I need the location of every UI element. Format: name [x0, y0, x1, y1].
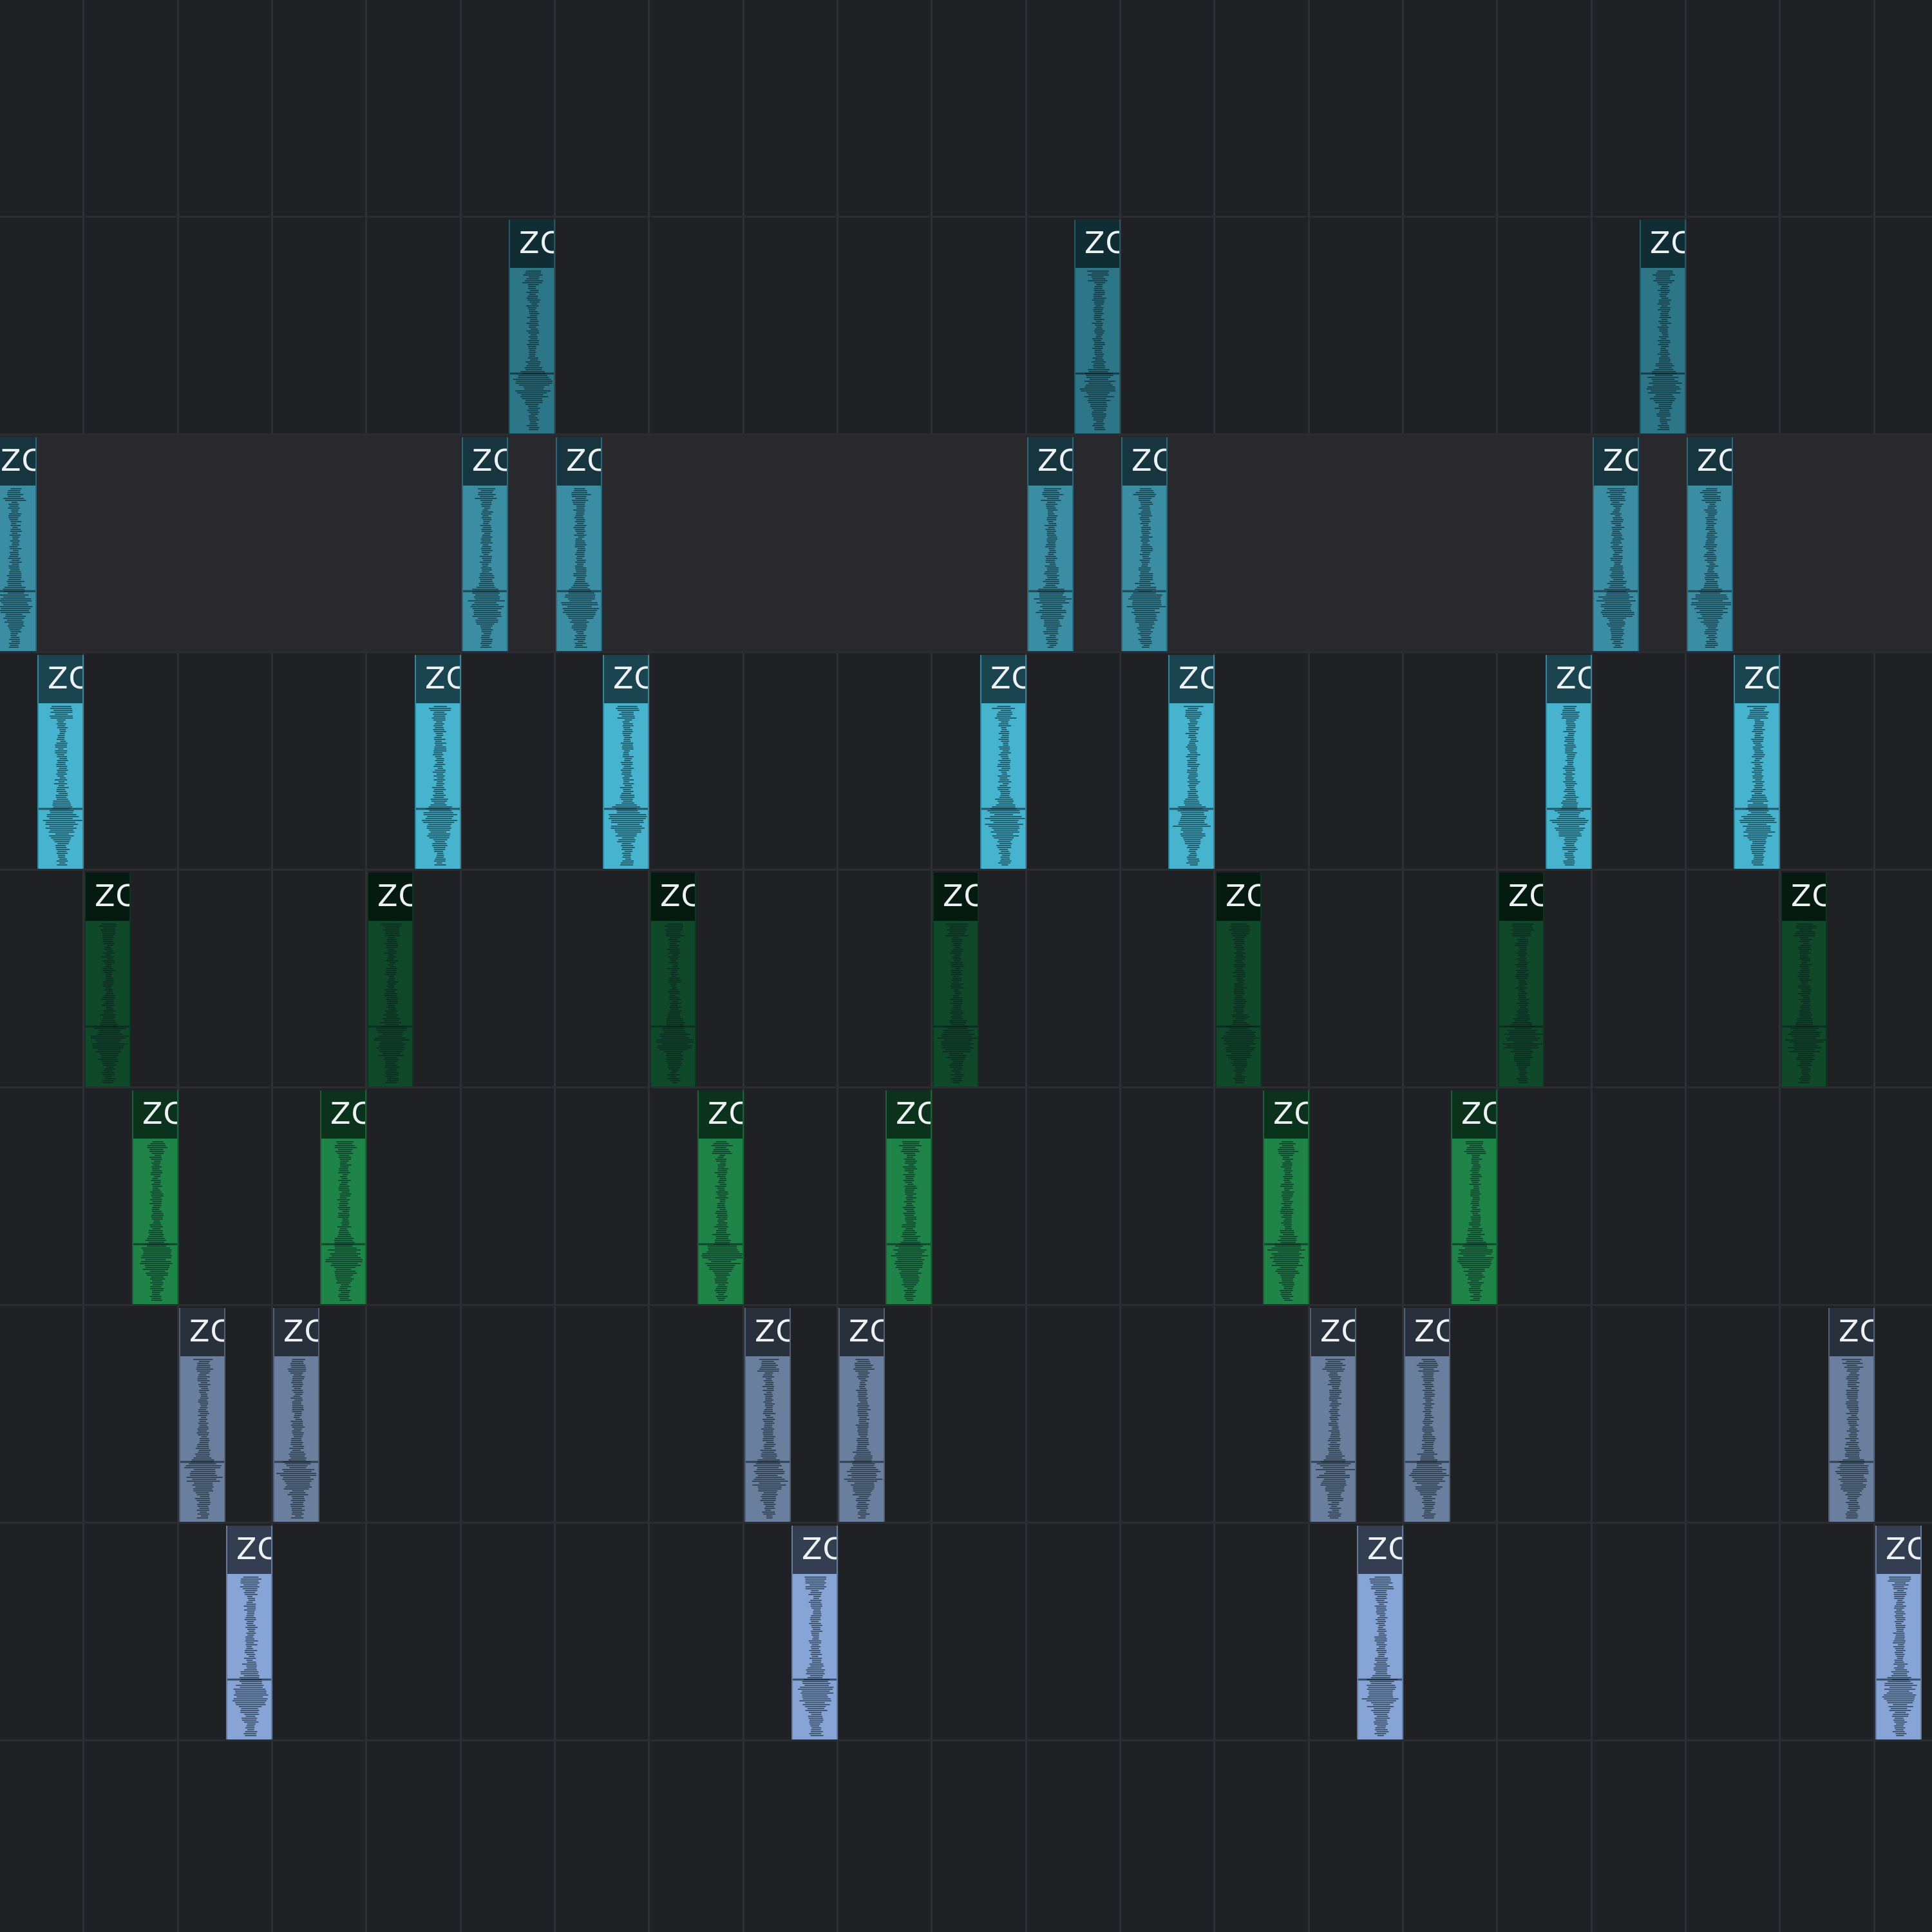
audio-clip[interactable]: ZC	[980, 655, 1027, 869]
waveform-icon	[1688, 488, 1732, 648]
arrange-view[interactable]: ZCZCZCZCZCZCZCZCZCZCZCZCZCZCZCZCZCZCZCZC…	[0, 0, 1932, 1932]
waveform-icon	[1594, 488, 1638, 648]
waveform-icon	[1028, 488, 1072, 648]
audio-clip[interactable]: ZC	[273, 1308, 319, 1522]
audio-clip[interactable]: ZC	[1027, 437, 1074, 651]
waveform-icon	[86, 923, 129, 1083]
waveform-icon	[368, 923, 412, 1083]
waveform-icon	[180, 1359, 224, 1519]
waveform-icon	[1405, 1359, 1449, 1519]
audio-clip[interactable]: ZC	[838, 1308, 885, 1522]
audio-clip[interactable]: ZC	[603, 655, 649, 869]
audio-clip[interactable]: ZC	[509, 220, 555, 433]
waveform-icon	[1452, 1141, 1496, 1301]
waveform-icon	[1877, 1577, 1920, 1736]
track-lane-empty[interactable]	[0, 1741, 1932, 1932]
waveform-icon	[1075, 270, 1119, 430]
audio-clip[interactable]: ZC	[1687, 437, 1733, 651]
waveform-icon	[510, 270, 554, 430]
waveform-icon	[840, 1359, 884, 1519]
audio-clip[interactable]: ZC	[650, 873, 696, 1086]
audio-clip[interactable]: ZC	[0, 437, 37, 651]
audio-clip[interactable]: ZC	[744, 1308, 791, 1522]
audio-clip[interactable]: ZC	[556, 437, 602, 651]
waveform-icon	[651, 923, 695, 1083]
waveform-icon	[793, 1577, 837, 1736]
waveform-icon	[274, 1359, 318, 1519]
audio-clip[interactable]: ZC	[1593, 437, 1639, 651]
audio-clip[interactable]: ZC	[1310, 1308, 1356, 1522]
waveform-icon	[1641, 270, 1685, 430]
audio-clip[interactable]: ZC	[1734, 655, 1780, 869]
waveform-icon	[463, 488, 507, 648]
track-lane-7[interactable]	[0, 1524, 1932, 1741]
waveform-icon	[1358, 1577, 1402, 1736]
waveform-icon	[133, 1141, 177, 1301]
waveform-icon	[1217, 923, 1260, 1083]
audio-clip[interactable]: ZC	[1451, 1090, 1497, 1304]
track-lane-3[interactable]	[0, 653, 1932, 871]
audio-clip[interactable]: ZC	[179, 1308, 225, 1522]
waveform-icon	[227, 1577, 271, 1736]
audio-clip[interactable]: ZC	[1263, 1090, 1309, 1304]
waveform-icon	[934, 923, 978, 1083]
audio-clip[interactable]: ZC	[367, 873, 413, 1086]
waveform-icon	[1499, 923, 1543, 1083]
waveform-icon	[39, 706, 82, 866]
waveform-icon	[887, 1141, 931, 1301]
audio-clip[interactable]: ZC	[1168, 655, 1215, 869]
waveform-icon	[557, 488, 601, 648]
track-lane-empty[interactable]	[0, 0, 1932, 218]
audio-clip[interactable]: ZC	[462, 437, 508, 651]
waveform-icon	[604, 706, 648, 866]
audio-clip[interactable]: ZC	[1404, 1308, 1450, 1522]
waveform-icon	[0, 488, 35, 648]
audio-clip[interactable]: ZC	[1781, 873, 1827, 1086]
waveform-icon	[1311, 1359, 1355, 1519]
waveform-icon	[746, 1359, 790, 1519]
waveform-icon	[1122, 488, 1166, 648]
audio-clip[interactable]: ZC	[37, 655, 84, 869]
audio-clip[interactable]: ZC	[1875, 1526, 1922, 1739]
audio-clip[interactable]: ZC	[886, 1090, 932, 1304]
waveform-icon	[1547, 706, 1591, 866]
audio-clip[interactable]: ZC	[933, 873, 979, 1086]
track-lane-5[interactable]	[0, 1088, 1932, 1306]
waveform-icon	[1170, 706, 1213, 866]
audio-clip[interactable]: ZC	[1074, 220, 1121, 433]
audio-clip[interactable]: ZC	[226, 1526, 272, 1739]
audio-clip[interactable]: ZC	[1828, 1308, 1875, 1522]
audio-clip[interactable]: ZC	[132, 1090, 178, 1304]
waveform-icon	[699, 1141, 743, 1301]
audio-clip[interactable]: ZC	[1121, 437, 1168, 651]
waveform-icon	[1735, 706, 1779, 866]
waveform-icon	[416, 706, 460, 866]
audio-clip[interactable]: ZC	[1357, 1526, 1403, 1739]
audio-clip[interactable]: ZC	[697, 1090, 744, 1304]
waveform-icon	[981, 706, 1025, 866]
waveform-icon	[1264, 1141, 1308, 1301]
waveform-icon	[1830, 1359, 1873, 1519]
audio-clip[interactable]: ZC	[1215, 873, 1262, 1086]
audio-clip[interactable]: ZC	[84, 873, 131, 1086]
audio-clip[interactable]: ZC	[415, 655, 461, 869]
waveform-icon	[321, 1141, 365, 1301]
audio-clip[interactable]: ZC	[791, 1526, 838, 1739]
waveform-icon	[1782, 923, 1826, 1083]
audio-clip[interactable]: ZC	[1640, 220, 1686, 433]
audio-clip[interactable]: ZC	[1498, 873, 1544, 1086]
audio-clip[interactable]: ZC	[320, 1090, 366, 1304]
audio-clip[interactable]: ZC	[1546, 655, 1592, 869]
track-lane-2[interactable]	[0, 435, 1932, 653]
